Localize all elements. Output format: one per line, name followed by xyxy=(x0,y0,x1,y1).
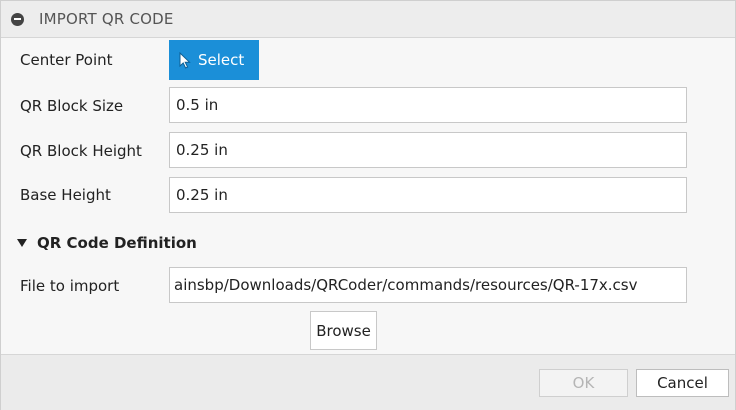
import-qr-code-dialog: IMPORT QR CODE Center Point Select QR Bl… xyxy=(0,0,736,410)
base-height-label: Base Height xyxy=(20,186,111,204)
center-point-select-button[interactable]: Select xyxy=(169,40,259,80)
qr-block-height-label: QR Block Height xyxy=(20,142,142,160)
ok-button[interactable]: OK xyxy=(539,369,628,397)
base-height-input[interactable]: 0.25 in xyxy=(169,177,687,213)
qr-block-size-input[interactable]: 0.5 in xyxy=(169,87,687,123)
section-label: QR Code Definition xyxy=(37,234,197,252)
qr-block-height-input[interactable]: 0.25 in xyxy=(169,132,687,168)
triangle-down-icon xyxy=(17,239,27,247)
select-button-label: Select xyxy=(198,51,245,69)
center-point-label: Center Point xyxy=(20,51,113,69)
file-path-input[interactable]: ainsbp/Downloads/QRCoder/commands/resour… xyxy=(169,267,687,303)
file-to-import-label: File to import xyxy=(20,277,120,295)
browse-button[interactable]: Browse xyxy=(310,311,377,350)
qr-block-size-label: QR Block Size xyxy=(20,97,124,115)
qr-code-definition-toggle[interactable]: QR Code Definition xyxy=(17,234,197,252)
cancel-button[interactable]: Cancel xyxy=(636,369,729,397)
minus-circle-icon[interactable] xyxy=(11,12,24,26)
dialog-footer: OK Cancel xyxy=(1,354,735,410)
dialog-header[interactable]: IMPORT QR CODE xyxy=(1,1,735,38)
dialog-body: Center Point Select QR Block Size 0.5 in… xyxy=(1,38,735,354)
dialog-title: IMPORT QR CODE xyxy=(39,10,174,28)
cursor-arrow-icon xyxy=(179,51,191,69)
